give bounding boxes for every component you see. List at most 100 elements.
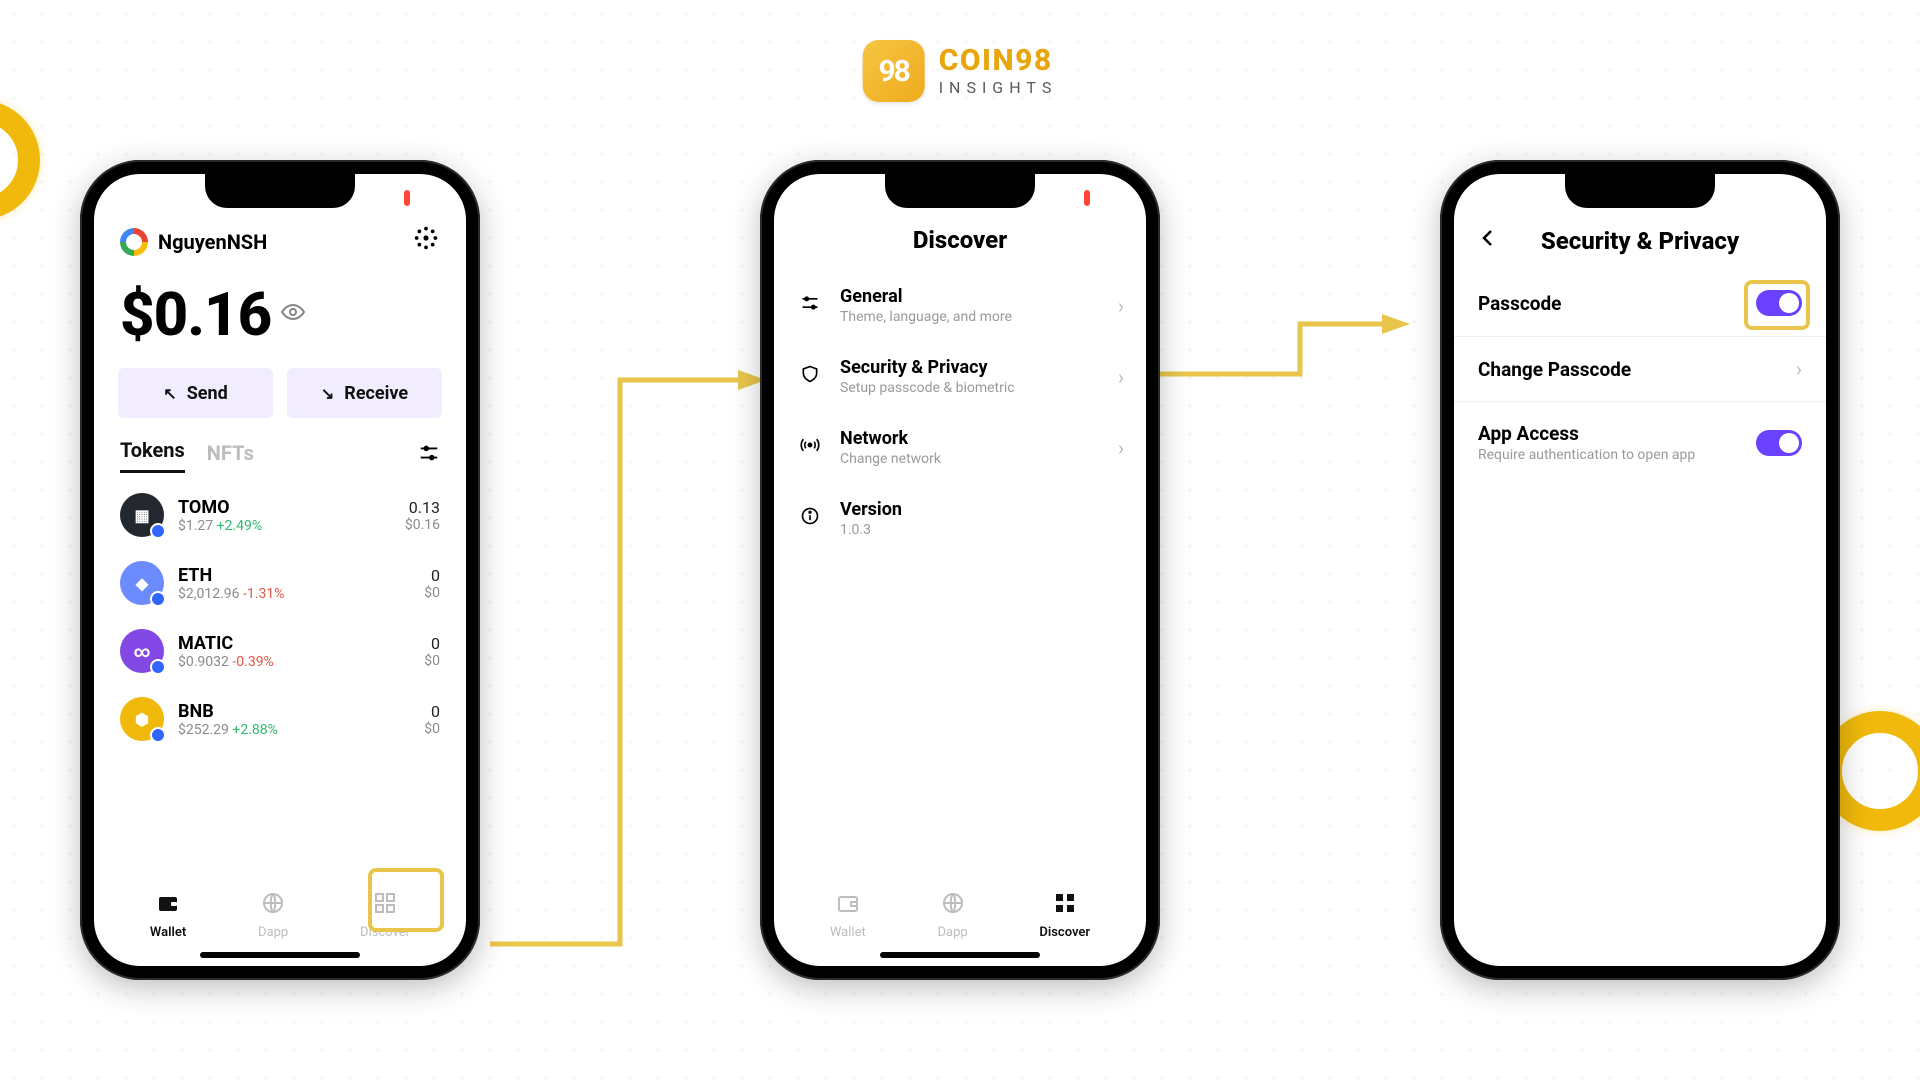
token-price: $252.29: [178, 722, 229, 738]
send-button[interactable]: ↖ Send: [118, 368, 273, 418]
google-icon: [120, 228, 148, 256]
grid-icon: [373, 891, 397, 921]
nav-discover[interactable]: Discover: [1039, 891, 1090, 940]
row-change-passcode[interactable]: Change Passcode ›: [1454, 336, 1826, 402]
token-qty: 0: [424, 566, 440, 585]
send-label: Send: [187, 383, 228, 404]
home-indicator: [200, 952, 360, 958]
chevron-right-icon: ›: [1118, 365, 1124, 389]
balance-amount: $0.16: [120, 279, 271, 350]
menu-subtitle: Theme, language, and more: [840, 309, 1102, 325]
token-qty: 0: [424, 634, 440, 653]
bottom-nav: Wallet Dapp Discover: [774, 881, 1146, 948]
token-price: $1.27: [178, 518, 213, 534]
broadcast-icon: [796, 435, 824, 460]
token-usd: $0.16: [405, 517, 440, 533]
chevron-right-icon: ›: [1118, 436, 1124, 460]
nav-wallet-label: Wallet: [830, 925, 866, 940]
menu-title: Network: [840, 428, 1102, 449]
wallet-icon: [156, 891, 180, 921]
token-icon: ∞: [120, 629, 164, 673]
receive-button[interactable]: ↘ Receive: [287, 368, 442, 418]
nav-discover-label: Discover: [1039, 925, 1090, 940]
nav-wallet[interactable]: Wallet: [150, 891, 186, 940]
shield-icon: [796, 364, 824, 389]
phone-security: Security & Privacy Passcode Change Passc…: [1440, 160, 1840, 980]
menu-subtitle: Change network: [840, 451, 1102, 467]
menu-title: Version: [840, 499, 1124, 520]
brand-header: 98 COIN98 INSIGHTS: [863, 40, 1058, 102]
chevron-right-icon: ›: [1796, 357, 1802, 381]
menu-subtitle: 1.0.3: [840, 522, 1124, 538]
info-icon: [796, 506, 824, 531]
nav-discover[interactable]: Discover: [360, 891, 410, 940]
grid-icon: [1053, 891, 1077, 921]
app-access-subtitle: Require authentication to open app: [1478, 447, 1746, 463]
token-row[interactable]: ⬢ BNB $252.29 +2.88% 0$0: [114, 685, 446, 753]
status-indicator: [404, 190, 410, 206]
menu-subtitle: Setup passcode & biometric: [840, 380, 1102, 396]
token-row[interactable]: ◆ ETH $2,012.96 -1.31% 0$0: [114, 549, 446, 617]
menu-network[interactable]: Network Change network ›: [774, 412, 1146, 483]
brand-subtitle: INSIGHTS: [939, 80, 1058, 96]
phone-wallet: NguyenNSH $0.16 ↖ Send ↘ Receive: [80, 160, 480, 980]
token-usd: $0: [424, 585, 440, 601]
settings-icon[interactable]: [412, 224, 440, 259]
toggle-visibility-icon[interactable]: [281, 300, 305, 330]
token-row[interactable]: ∞ MATIC $0.9032 -0.39% 0$0: [114, 617, 446, 685]
row-passcode: Passcode: [1454, 270, 1826, 336]
token-qty: 0.13: [405, 498, 440, 517]
nav-dapp[interactable]: Dapp: [258, 891, 288, 940]
tab-tokens[interactable]: Tokens: [120, 438, 185, 473]
bottom-nav: Wallet Dapp Discover: [94, 881, 466, 948]
change-passcode-label: Change Passcode: [1478, 358, 1786, 381]
nav-dapp-label: Dapp: [258, 925, 288, 940]
app-access-label: App Access: [1478, 422, 1746, 445]
nav-wallet[interactable]: Wallet: [830, 891, 866, 940]
token-price: $2,012.96: [178, 586, 240, 602]
app-access-toggle[interactable]: [1756, 430, 1802, 456]
nav-dapp-label: Dapp: [937, 925, 967, 940]
nav-wallet-label: Wallet: [150, 925, 186, 940]
account-name: NguyenNSH: [158, 230, 267, 254]
menu-title: Security & Privacy: [840, 357, 1102, 378]
token-change: +2.88%: [232, 722, 278, 738]
status-indicator: [1084, 190, 1090, 206]
token-row[interactable]: ▦ TOMO $1.27 +2.49% 0.13$0.16: [114, 481, 446, 549]
token-symbol: TOMO: [178, 497, 391, 518]
filter-icon[interactable]: [418, 442, 440, 469]
notch: [885, 174, 1035, 208]
tab-nfts[interactable]: NFTs: [207, 441, 254, 473]
passcode-toggle[interactable]: [1756, 290, 1802, 316]
globe-icon: [941, 891, 965, 921]
sliders-icon: [796, 293, 824, 318]
chevron-right-icon: ›: [1118, 294, 1124, 318]
phone-discover: Discover General Theme, language, and mor…: [760, 160, 1160, 980]
wallet-icon: [836, 891, 860, 921]
menu-security[interactable]: Security & Privacy Setup passcode & biome…: [774, 341, 1146, 412]
brand-logo-text: 98: [878, 54, 908, 89]
token-price: $0.9032: [178, 654, 229, 670]
token-symbol: MATIC: [178, 633, 410, 654]
menu-general[interactable]: General Theme, language, and more ›: [774, 270, 1146, 341]
home-indicator: [880, 952, 1040, 958]
row-app-access: App Access Require authentication to open…: [1454, 402, 1826, 483]
account-selector[interactable]: NguyenNSH: [120, 228, 267, 256]
page-title: Security & Privacy: [1476, 227, 1804, 255]
menu-version: Version 1.0.3: [774, 483, 1146, 554]
token-icon: ▦: [120, 493, 164, 537]
token-symbol: ETH: [178, 565, 410, 586]
brand-name: COIN98: [939, 46, 1058, 76]
notch: [1565, 174, 1715, 208]
brand-logo-icon: 98: [863, 40, 925, 102]
token-change: +2.49%: [217, 518, 263, 534]
menu-title: General: [840, 286, 1102, 307]
globe-icon: [261, 891, 285, 921]
receive-label: Receive: [344, 383, 408, 404]
token-icon: ⬢: [120, 697, 164, 741]
receive-icon: ↘: [321, 384, 334, 403]
token-symbol: BNB: [178, 701, 410, 722]
token-list: ▦ TOMO $1.27 +2.49% 0.13$0.16 ◆ ETH $2,0…: [94, 473, 466, 761]
nav-dapp[interactable]: Dapp: [937, 891, 967, 940]
nav-discover-label: Discover: [360, 925, 410, 940]
